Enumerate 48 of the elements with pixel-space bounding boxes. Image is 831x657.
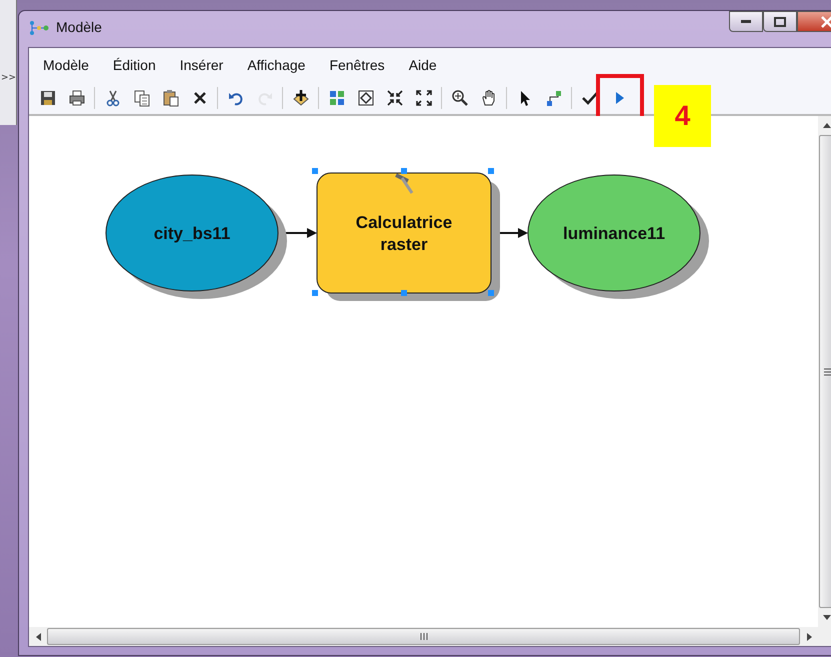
paste-icon[interactable] bbox=[162, 89, 180, 107]
up-arrow-icon bbox=[823, 123, 831, 128]
scrollbar-thumb[interactable] bbox=[819, 135, 831, 608]
data-ellipse[interactable] bbox=[528, 174, 709, 299]
step-number: 4 bbox=[674, 100, 690, 132]
save-icon[interactable] bbox=[38, 89, 56, 107]
arrows-out-icon[interactable] bbox=[414, 89, 432, 107]
menu-item[interactable]: Affichage bbox=[235, 57, 318, 73]
maximize-icon bbox=[774, 16, 786, 26]
minimize-button[interactable] bbox=[729, 11, 763, 32]
menu-item[interactable]: Modèle bbox=[31, 57, 101, 73]
left-arrow-icon bbox=[36, 632, 40, 640]
tool-box[interactable] bbox=[316, 172, 500, 301]
selection-handle[interactable] bbox=[401, 290, 407, 296]
fit-icon[interactable] bbox=[356, 89, 374, 107]
selection-handle[interactable] bbox=[488, 290, 494, 296]
grid-icon[interactable] bbox=[328, 89, 346, 107]
hand-icon[interactable] bbox=[480, 89, 498, 107]
arrows-in-icon[interactable] bbox=[386, 89, 404, 107]
scrollbar-thumb[interactable] bbox=[47, 628, 800, 645]
maximize-button[interactable] bbox=[763, 11, 797, 32]
minimize-icon bbox=[741, 20, 751, 24]
selection-handle[interactable] bbox=[488, 168, 494, 174]
grip-icon bbox=[824, 368, 830, 376]
menu-item[interactable]: Fenêtres bbox=[317, 57, 397, 73]
selection-handle[interactable] bbox=[312, 290, 318, 296]
data-ellipse[interactable] bbox=[106, 174, 287, 299]
app-icon bbox=[28, 21, 50, 35]
right-arrow-icon bbox=[806, 632, 812, 640]
connector-icon[interactable] bbox=[544, 89, 562, 107]
node-label: Calculatrice raster bbox=[356, 213, 452, 254]
overflow-chevron[interactable]: >> bbox=[1, 72, 16, 82]
hammer-icon bbox=[395, 173, 414, 194]
menu-item[interactable]: Insérer bbox=[168, 57, 236, 73]
close-icon bbox=[821, 16, 831, 28]
copy-icon[interactable] bbox=[132, 89, 150, 107]
node-label: city_bs11 bbox=[154, 224, 230, 243]
plus-icon[interactable] bbox=[292, 89, 310, 107]
menu-item[interactable]: Édition bbox=[100, 57, 168, 73]
menu-item[interactable]: Aide bbox=[396, 57, 449, 73]
window-title: Modèle bbox=[56, 19, 102, 35]
selection-handle[interactable] bbox=[312, 168, 318, 174]
printer-icon[interactable] bbox=[68, 89, 86, 107]
zoom-in-icon[interactable] bbox=[450, 89, 468, 107]
selection-handle[interactable] bbox=[401, 168, 407, 174]
down-arrow-icon bbox=[823, 615, 831, 620]
node-label: luminance11 bbox=[562, 224, 666, 243]
grip-icon bbox=[420, 633, 428, 640]
